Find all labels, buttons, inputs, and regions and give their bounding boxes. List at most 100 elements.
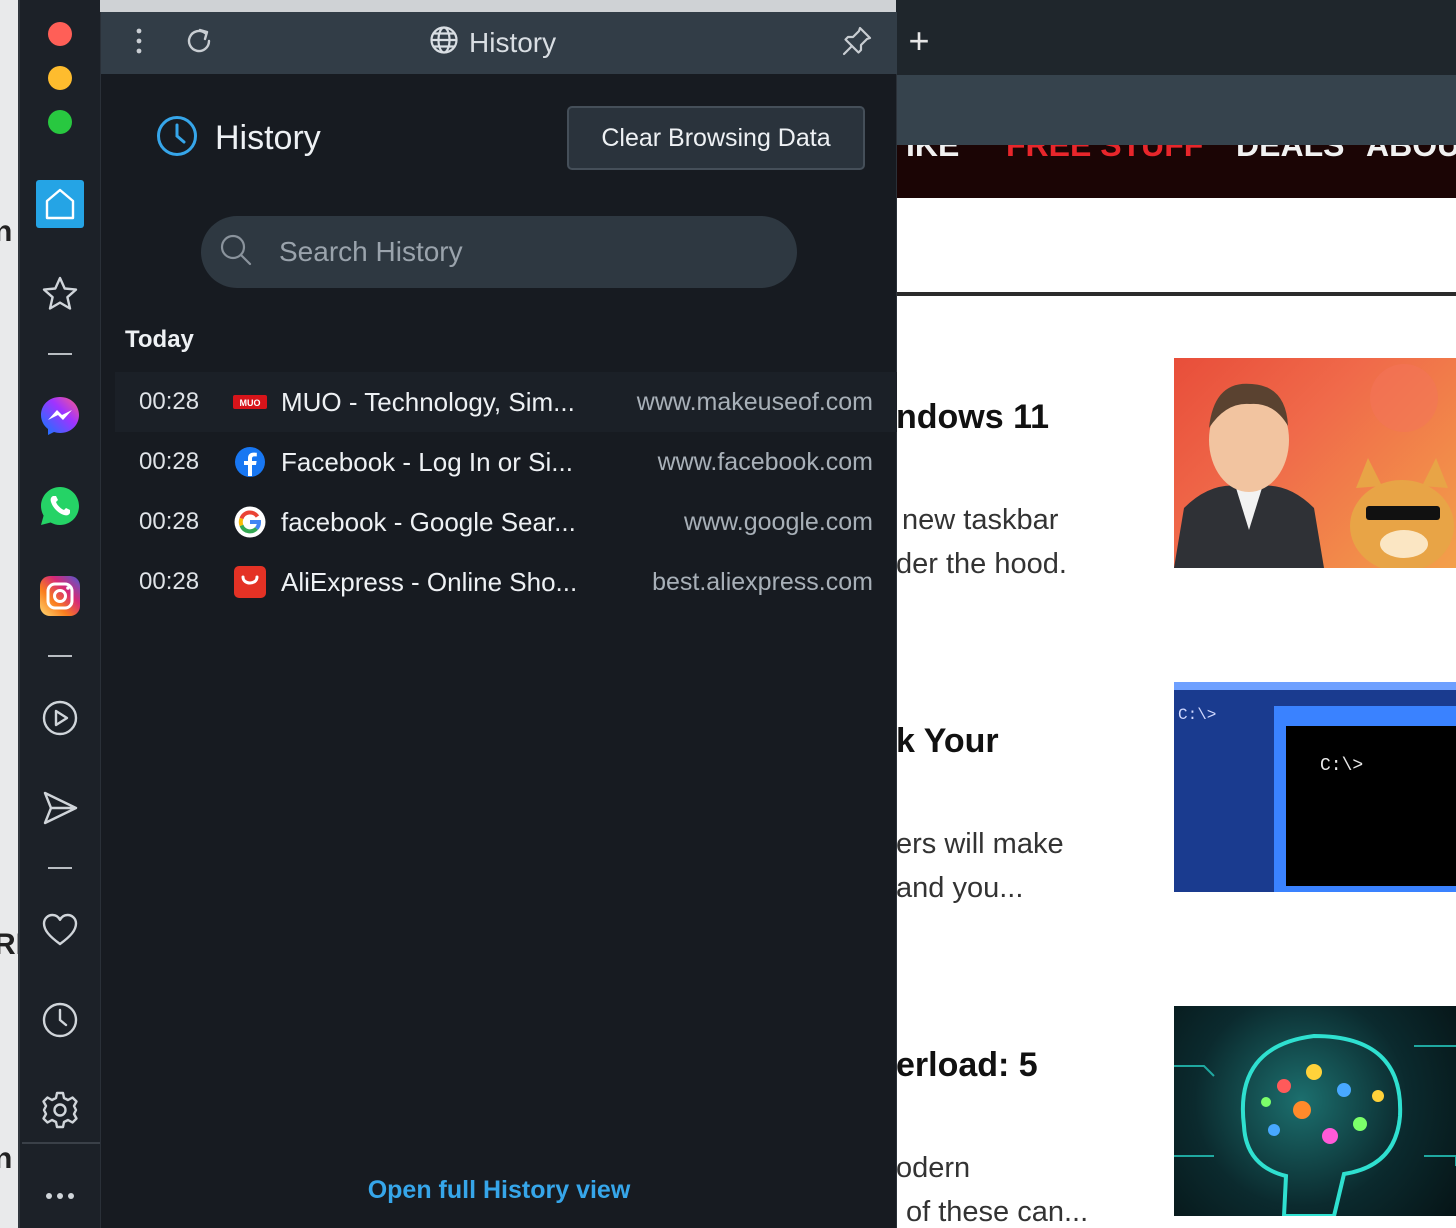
reload-icon bbox=[184, 26, 214, 61]
sidebar-send[interactable] bbox=[34, 782, 86, 834]
history-list: 00:28 MUO MUO - Technology, Sim... www.m… bbox=[115, 372, 897, 612]
close-window-button[interactable] bbox=[48, 22, 72, 46]
history-row[interactable]: 00:28 AliExpress - Online Sho... best.al… bbox=[115, 552, 897, 612]
whatsapp-icon bbox=[39, 485, 81, 527]
history-clock-icon bbox=[155, 114, 199, 163]
globe-icon bbox=[429, 25, 459, 62]
sidebar-instagram[interactable] bbox=[34, 570, 86, 622]
sidebar-separator bbox=[48, 655, 72, 657]
site-nav-fragment: DEALS bbox=[1236, 145, 1345, 163]
pin-icon bbox=[841, 25, 873, 62]
panel-header: History bbox=[101, 12, 897, 74]
article-excerpt: der the hood. bbox=[896, 548, 1067, 580]
svg-text:MUO: MUO bbox=[240, 398, 261, 408]
search-icon bbox=[219, 233, 253, 272]
article-excerpt: new taskbar bbox=[902, 504, 1059, 536]
article-excerpt: odern bbox=[896, 1152, 971, 1184]
sidebar-separator bbox=[48, 867, 72, 869]
background-tab-bar bbox=[896, 0, 1456, 75]
history-title: History bbox=[215, 119, 321, 157]
app-sidebar bbox=[18, 0, 100, 1228]
article-headline[interactable]: ndows 11 bbox=[896, 398, 1049, 437]
history-heading: History bbox=[155, 114, 321, 163]
sidebar-whatsapp[interactable] bbox=[34, 480, 86, 532]
sidebar-divider bbox=[22, 1142, 100, 1144]
article-headline[interactable]: erload: 5 bbox=[896, 1046, 1038, 1085]
pin-panel-button[interactable] bbox=[835, 22, 879, 64]
background-address-bar bbox=[896, 75, 1456, 145]
sidebar-home[interactable] bbox=[34, 178, 86, 230]
background-article-list: ndows 11 new taskbar der the hood. k You… bbox=[896, 198, 1456, 1228]
send-icon bbox=[40, 788, 80, 828]
history-row[interactable]: 00:28 MUO MUO - Technology, Sim... www.m… bbox=[115, 372, 897, 432]
messenger-icon bbox=[39, 395, 81, 437]
history-time: 00:28 bbox=[139, 508, 200, 535]
site-nav-fragment: FREE STUFF bbox=[1006, 145, 1204, 163]
article-excerpt: and you... bbox=[896, 872, 1024, 904]
new-tab-button[interactable]: + bbox=[904, 23, 934, 59]
history-time: 00:28 bbox=[139, 568, 200, 595]
sidebar-bookmarks[interactable] bbox=[34, 268, 86, 320]
article-excerpt: of these can... bbox=[906, 1196, 1089, 1228]
history-domain: best.aliexpress.com bbox=[652, 567, 873, 596]
more-icon bbox=[45, 1192, 75, 1200]
muo-favicon-icon: MUO bbox=[233, 385, 267, 419]
history-title: Facebook - Log In or Si... bbox=[281, 446, 573, 477]
article-thumbnail[interactable] bbox=[1174, 1006, 1456, 1216]
background-window-edge: n RI n bbox=[0, 0, 20, 1228]
background-divider bbox=[896, 292, 1456, 296]
history-row[interactable]: 00:28 facebook - Google Sear... www.goog… bbox=[115, 492, 897, 552]
sidebar-settings[interactable] bbox=[34, 1084, 86, 1136]
background-site-nav: IKE FREE STUFF DEALS ABOUT bbox=[896, 145, 1456, 198]
history-title: facebook - Google Sear... bbox=[281, 506, 576, 537]
history-panel: History History Clear Browsing Data Toda… bbox=[100, 12, 897, 1228]
background-text-fragment: RI bbox=[0, 928, 20, 961]
site-nav-fragment: ABOUT bbox=[1366, 145, 1456, 163]
panel-menu-button[interactable] bbox=[117, 22, 161, 64]
history-domain: www.makeuseof.com bbox=[636, 387, 873, 416]
panel-title: History bbox=[429, 22, 556, 64]
zoom-window-button[interactable] bbox=[48, 110, 72, 134]
google-favicon-icon bbox=[233, 505, 267, 539]
history-domain: www.facebook.com bbox=[657, 447, 873, 476]
sidebar-more[interactable] bbox=[34, 1170, 86, 1222]
article-thumbnail[interactable] bbox=[1174, 358, 1456, 568]
article-headline[interactable]: k Your bbox=[896, 722, 999, 761]
minimize-window-button[interactable] bbox=[48, 66, 72, 90]
search-history-input[interactable] bbox=[279, 236, 759, 268]
aliexpress-favicon-icon bbox=[233, 565, 267, 599]
sidebar-separator bbox=[48, 353, 72, 355]
facebook-favicon-icon bbox=[233, 445, 267, 479]
history-title: MUO - Technology, Sim... bbox=[281, 386, 575, 417]
search-history-box[interactable] bbox=[201, 216, 797, 288]
sidebar-history[interactable] bbox=[34, 994, 86, 1046]
background-text-fragment: n bbox=[0, 215, 13, 248]
sidebar-favorites[interactable] bbox=[34, 904, 86, 956]
history-row[interactable]: 00:28 Facebook - Log In or Si... www.fac… bbox=[115, 432, 897, 492]
section-today-label: Today bbox=[125, 326, 194, 353]
site-nav-fragment: IKE bbox=[906, 145, 960, 163]
home-icon bbox=[36, 180, 84, 228]
history-icon bbox=[41, 1001, 79, 1039]
history-time: 00:28 bbox=[139, 388, 200, 415]
sidebar-player[interactable] bbox=[34, 692, 86, 744]
player-icon bbox=[41, 699, 79, 737]
terminal-prompt: C:\> bbox=[1320, 756, 1364, 776]
heart-icon bbox=[41, 912, 79, 948]
history-time: 00:28 bbox=[139, 448, 200, 475]
sidebar-messenger[interactable] bbox=[34, 390, 86, 442]
terminal-prompt: C:\> bbox=[1178, 706, 1217, 724]
bookmark-icon bbox=[40, 274, 80, 314]
panel-title-text: History bbox=[469, 27, 557, 58]
instagram-icon bbox=[39, 575, 81, 617]
background-text-fragment: n bbox=[0, 1142, 13, 1175]
clear-browsing-data-button[interactable]: Clear Browsing Data bbox=[567, 106, 865, 170]
history-title: AliExpress - Online Sho... bbox=[281, 566, 578, 597]
settings-icon bbox=[40, 1090, 80, 1130]
panel-reload-button[interactable] bbox=[177, 22, 221, 64]
article-excerpt: ers will make bbox=[896, 828, 1064, 860]
open-full-history-link[interactable]: Open full History view bbox=[101, 1176, 897, 1205]
article-thumbnail[interactable]: C:\> C:\> bbox=[1174, 682, 1456, 892]
history-domain: www.google.com bbox=[684, 507, 873, 536]
vertical-dots-icon bbox=[135, 27, 143, 60]
